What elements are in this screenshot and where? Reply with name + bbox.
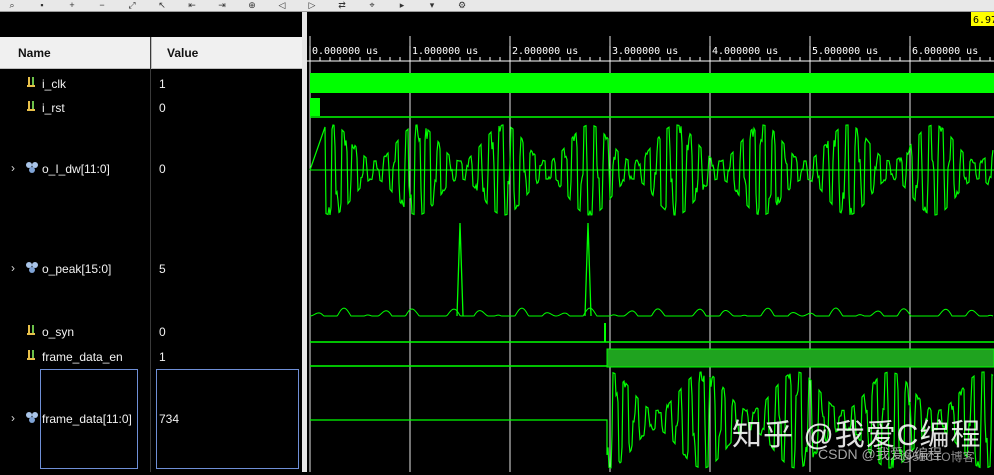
zoom-fit-icon[interactable]: ⤢ [126,1,138,10]
ruler-tick-label: 5.000000 us [812,46,878,57]
signal-name: o_I_dw[11:0] [42,162,110,176]
bit-signal-icon [27,350,35,360]
signal-pane-top [0,12,302,37]
ruler-tick-label: 6.000000 us [912,46,978,57]
signal-name: o_peak[15:0] [42,262,112,276]
signal-name: frame_data_en [42,350,123,364]
swap-cursor-icon[interactable]: ⇄ [336,1,348,10]
expand-icon[interactable]: ▸ [396,1,408,10]
signal-row[interactable]: i_rst 0 [0,96,302,120]
ruler-tick-label: 3.000000 us [612,46,678,57]
expand-chevron-icon[interactable]: › [11,411,21,425]
i_clk-trace [310,73,994,93]
o_syn-pulse [604,323,606,342]
waveform-view[interactable]: 0.000000 us 1.000000 us 2.000000 us 3.00000… [307,12,994,472]
next-edge-icon[interactable]: ⇥ [216,1,228,10]
name-column-header[interactable]: Name [0,37,150,69]
snap-icon[interactable]: ⌖ [366,1,378,10]
prev-marker-icon[interactable]: ◁ [276,1,288,10]
waveform-toolbar: ⌕ ▪ + − ⤢ ↖ ⇤ ⇥ ⊕ ◁ ▷ ⇄ ⌖ ▸ ▾ ⚙ [0,0,994,12]
settings-icon[interactable]: ⚙ [456,1,468,10]
cursor-icon[interactable]: ↖ [156,1,168,10]
signal-value: 0 [159,325,166,339]
cursor-time-label: 6.97 [973,15,994,26]
signal-value: 1 [159,77,166,91]
bus-signal-icon [26,412,38,423]
ruler-tick-label: 0.000000 us [312,46,378,57]
i_rst-high [310,98,320,116]
zoom-in-icon[interactable]: + [66,1,78,10]
search-icon[interactable]: ⌕ [6,1,18,10]
time-ruler [307,12,994,36]
signal-name: i_rst [42,101,65,115]
signal-name: i_clk [42,77,67,91]
signal-row[interactable]: o_syn 0 [0,320,302,344]
save-icon[interactable]: ▪ [36,1,48,10]
selected-name-cell [40,369,138,469]
prev-edge-icon[interactable]: ⇤ [186,1,198,10]
zoom-out-icon[interactable]: − [96,1,108,10]
signal-row[interactable]: frame_data_en 1 [0,345,302,369]
next-marker-icon[interactable]: ▷ [306,1,318,10]
ruler-tick-label: 2.000000 us [512,46,578,57]
value-column-title: Value [167,46,199,60]
frame_data_en-high [606,348,994,368]
signal-row[interactable]: › o_peak[15:0] 5 [0,257,302,281]
bus-signal-icon [26,162,38,173]
bit-signal-icon [27,325,35,335]
bit-signal-icon [27,101,35,111]
selected-value-cell [156,369,299,469]
signal-row[interactable]: › o_I_dw[11:0] 0 [0,157,302,181]
name-column-title: Name [18,46,51,60]
signal-value: 5 [159,262,166,276]
expand-chevron-icon[interactable]: › [11,161,21,175]
bus-signal-icon [26,262,38,273]
signal-name: o_syn [42,325,75,339]
signal-value: 1 [159,350,166,364]
ruler-tick-label: 4.000000 us [712,46,778,57]
signal-value: 0 [159,162,166,176]
expand-chevron-icon[interactable]: › [11,261,21,275]
collapse-icon[interactable]: ▾ [426,1,438,10]
waveform-canvas[interactable]: 0.000000 us 1.000000 us 2.000000 us 3.00000… [307,12,994,472]
signal-row[interactable]: i_clk 1 [0,72,302,96]
bit-signal-icon [27,77,35,87]
signal-value: 0 [159,101,166,115]
add-marker-icon[interactable]: ⊕ [246,1,258,10]
watermark-corner: @51CTO博客 [900,450,975,464]
ruler-tick-label: 1.000000 us [412,46,478,57]
value-column-header[interactable]: Value [151,37,302,69]
